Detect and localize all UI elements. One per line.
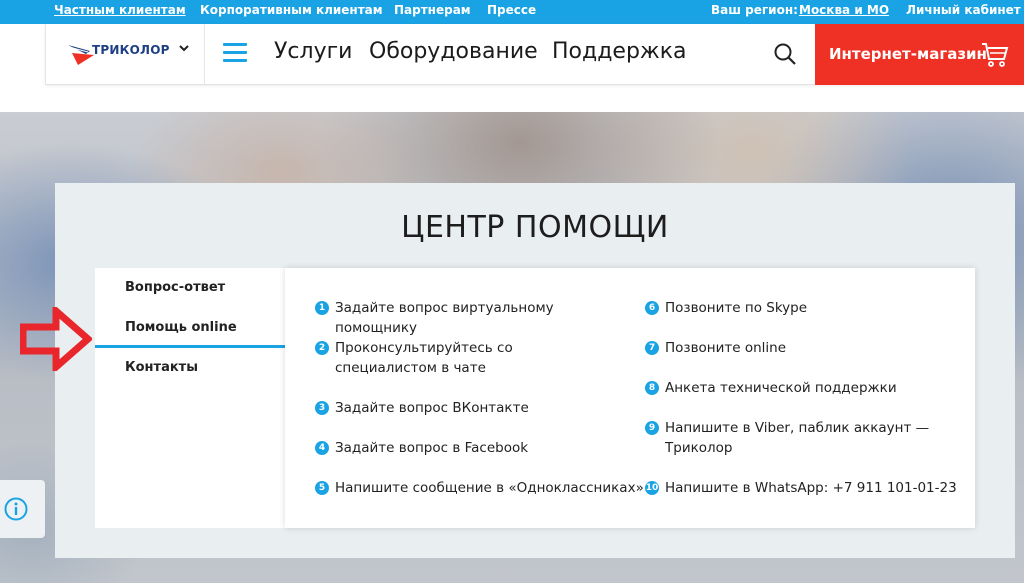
region-selector[interactable]: Москва и МО — [799, 3, 889, 17]
help-option[interactable]: 4 Задайте вопрос в Facebook — [315, 438, 635, 458]
sidebar-item-contacts[interactable]: Контакты — [95, 348, 285, 388]
number-badge: 2 — [315, 341, 329, 355]
menu-icon[interactable] — [223, 43, 247, 63]
region-label: Ваш регион: — [711, 3, 798, 17]
number-badge: 5 — [315, 481, 329, 495]
help-option[interactable]: 1 Задайте вопрос виртуальному помощнику — [315, 298, 635, 338]
number-badge: 8 — [645, 381, 659, 395]
info-icon — [4, 497, 28, 521]
help-options-panel: 1 Задайте вопрос виртуальному помощнику … — [285, 268, 975, 528]
help-option-label: Задайте вопрос в Facebook — [335, 440, 529, 456]
help-option-label: Позвоните по Skype — [665, 300, 808, 316]
help-option-label: Проконсультируйтесь со специалистом в ча… — [335, 340, 513, 376]
sidebar-item-faq[interactable]: Вопрос-ответ — [95, 268, 285, 308]
number-badge: 4 — [315, 441, 329, 455]
number-badge: 1 — [315, 301, 329, 315]
online-shop-button[interactable]: Интернет-магазин — [815, 24, 1024, 85]
logo-switcher[interactable]: ТРИКОЛОР — [45, 24, 205, 84]
help-option-label: Напишите в WhatsApp: +7 911 101-01-23 — [665, 480, 957, 496]
info-side-tab[interactable] — [0, 480, 45, 538]
link-private-clients[interactable]: Частным клиентам — [54, 3, 186, 17]
number-badge: 9 — [645, 421, 659, 435]
nav-support[interactable]: Поддержка — [552, 39, 687, 64]
link-corporate-clients[interactable]: Корпоративным клиентам — [200, 3, 383, 17]
search-icon[interactable] — [772, 41, 798, 67]
help-option-label: Напишите в Viber, паблик аккаунт — Трико… — [665, 420, 930, 456]
number-badge: 6 — [645, 301, 659, 315]
nav-services[interactable]: Услуги — [274, 39, 352, 64]
number-badge: 10 — [645, 481, 659, 495]
help-option[interactable]: 9 Напишите в Viber, паблик аккаунт — Три… — [645, 418, 935, 458]
link-partners[interactable]: Партнерам — [394, 3, 471, 17]
help-option-label: Задайте вопрос виртуальному помощнику — [335, 300, 554, 336]
help-option[interactable]: 10 Напишите в WhatsApp: +7 911 101-01-23 — [645, 478, 965, 498]
help-option-label: Позвоните online — [665, 340, 787, 356]
arrow-right-icon — [20, 307, 92, 371]
help-option[interactable]: 6 Позвоните по Skype — [645, 298, 965, 318]
number-badge: 3 — [315, 401, 329, 415]
help-option[interactable]: 2 Проконсультируйтесь со специалистом в … — [315, 338, 615, 378]
nav-equipment[interactable]: Оборудование — [369, 39, 538, 64]
sidebar-item-help-online[interactable]: Помощь online — [95, 308, 285, 348]
main-header: ТРИКОЛОР Услуги Оборудование Поддержка И… — [45, 24, 1024, 85]
help-option[interactable]: 5 Напишите сообщение в «Одноклассниках» — [315, 478, 645, 498]
online-shop-label: Интернет-магазин — [829, 45, 987, 63]
page-title: ЦЕНТР ПОМОЩИ — [401, 210, 669, 245]
help-center-card: ЦЕНТР ПОМОЩИ Вопрос-ответ Помощь online … — [55, 183, 1015, 558]
help-sidebar: Вопрос-ответ Помощь online Контакты — [95, 268, 285, 528]
help-option[interactable]: 7 Позвоните online — [645, 338, 965, 358]
top-bar: Частным клиентам Корпоративным клиентам … — [0, 0, 1024, 24]
cart-icon — [982, 43, 1009, 67]
number-badge: 7 — [645, 341, 659, 355]
help-option-label: Напишите сообщение в «Одноклассниках» — [335, 480, 644, 496]
help-option-label: Анкета технической поддержки — [665, 380, 897, 396]
link-press[interactable]: Прессе — [487, 3, 536, 17]
help-option-label: Задайте вопрос ВКонтакте — [335, 400, 529, 416]
help-option[interactable]: 8 Анкета технической поддержки — [645, 378, 965, 398]
link-personal-cabinet[interactable]: Личный кабинет — [906, 3, 1021, 17]
logo-text: ТРИКОЛОР — [92, 43, 170, 57]
help-option[interactable]: 3 Задайте вопрос ВКонтакте — [315, 398, 635, 418]
chevron-down-icon — [179, 42, 189, 56]
